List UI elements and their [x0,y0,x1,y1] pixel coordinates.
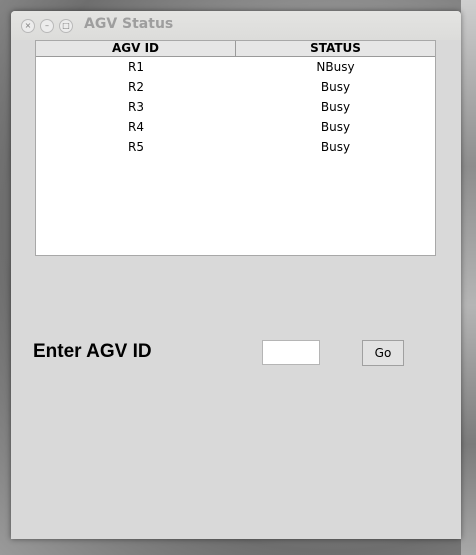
agv-id-input[interactable] [262,340,320,365]
agv-id-cell: R4 [128,120,144,134]
maximize-icon: □ [62,21,70,30]
table-row[interactable]: R3 Busy [36,97,435,117]
agv-id-cell: R2 [128,80,144,94]
table-header: AGV ID STATUS [36,41,435,57]
status-cell: Busy [320,140,351,154]
title-bar[interactable]: × – □ AGV Status [11,11,461,40]
close-icon: × [24,21,32,30]
table-row[interactable]: R5 Busy [36,137,435,157]
agv-id-cell: R3 [128,100,144,114]
status-cell: Busy [320,100,351,114]
status-cell: NBusy [316,60,355,74]
app-window: × – □ AGV Status AGV ID STATUS R1 NBusy … [11,11,461,539]
window-title: AGV Status [84,16,174,32]
agv-id-label: Enter AGV ID [33,341,152,362]
agv-id-cell: R5 [128,140,144,154]
column-header-status[interactable]: STATUS [236,41,435,56]
minimize-icon: – [45,21,49,30]
desktop-background [461,0,476,555]
status-cell: Busy [320,80,351,94]
table-row[interactable]: R4 Busy [36,117,435,137]
column-header-agv-id[interactable]: AGV ID [36,41,236,56]
maximize-window-button[interactable]: □ [59,19,73,33]
table-row[interactable]: R2 Busy [36,77,435,97]
status-cell: Busy [320,120,351,134]
close-window-button[interactable]: × [21,19,35,33]
agv-id-cell: R1 [128,60,144,74]
agv-status-table[interactable]: AGV ID STATUS R1 NBusy R2 Busy R3 Busy R… [35,40,436,256]
go-button[interactable]: Go [362,340,404,366]
minimize-window-button[interactable]: – [40,19,54,33]
table-row[interactable]: R1 NBusy [36,57,435,77]
